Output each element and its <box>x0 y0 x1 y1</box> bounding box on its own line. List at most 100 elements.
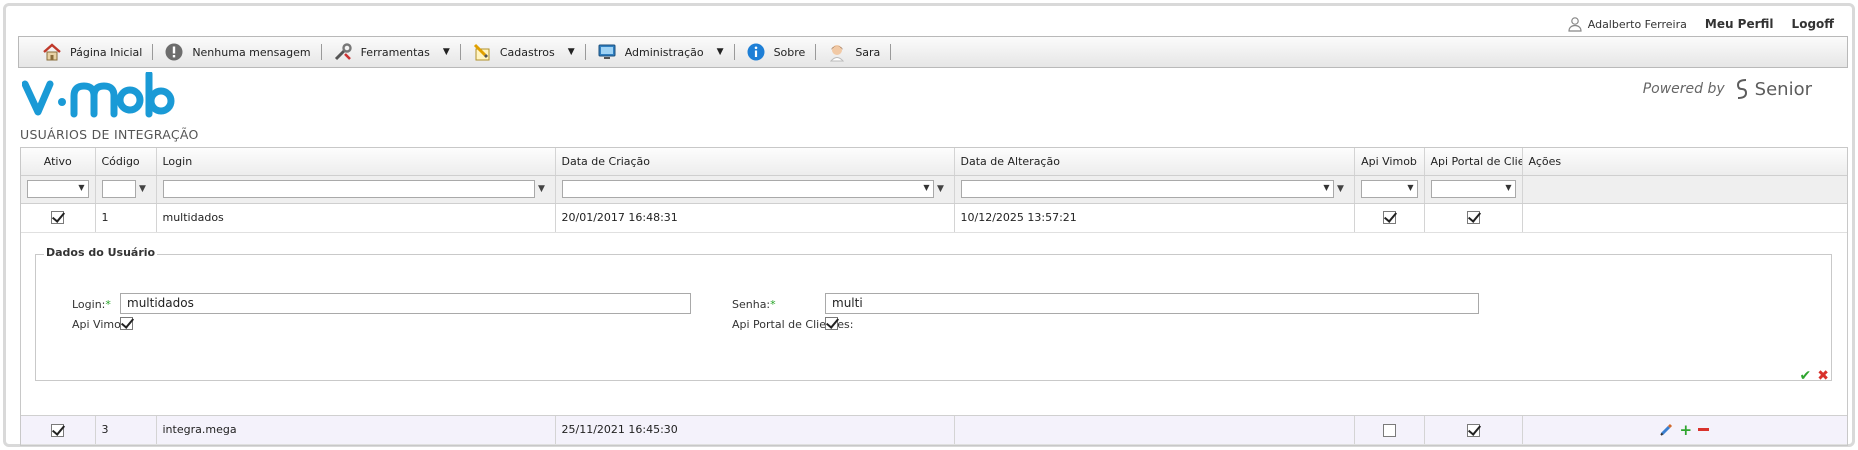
filter-icon[interactable]: ▼ <box>1334 184 1348 194</box>
menu-label: Página Inicial <box>70 45 143 59</box>
user-bar: Adalberto Ferreira Meu Perfil Logoff <box>1567 14 1834 34</box>
menu-label: Sara <box>855 45 881 59</box>
fieldset-legend: Dados do Usuário <box>44 245 158 259</box>
pencil-paper-icon <box>471 41 493 63</box>
detail-api-vimob-checkbox[interactable] <box>120 316 133 330</box>
menu-separator <box>320 44 322 60</box>
active-checkbox[interactable] <box>51 211 65 225</box>
chevron-down-icon: ▼ <box>716 47 724 57</box>
logoff-link[interactable]: Logoff <box>1792 17 1834 31</box>
cell-updated: 10/12/2025 13:57:21 <box>954 203 1355 233</box>
col-header-created[interactable]: Data de Criação <box>555 148 955 176</box>
remove-minus-icon[interactable] <box>1698 428 1710 432</box>
menu-separator <box>459 44 461 60</box>
filter-updated-select[interactable] <box>960 180 1334 198</box>
menu-item-registers[interactable]: Cadastros ▼ <box>463 41 583 63</box>
user-detail-panel: Dados do Usuário Login:* multidados Api … <box>21 233 1847 416</box>
grid-header: Ativo Código Login Data de Criação Data … <box>21 148 1847 176</box>
exclamation-icon <box>163 41 185 63</box>
col-header-code[interactable]: Código <box>95 148 157 176</box>
senior-mark-icon <box>1736 79 1747 99</box>
filter-code-input[interactable] <box>101 180 136 198</box>
filter-icon[interactable]: ▼ <box>136 184 150 194</box>
col-header-login[interactable]: Login <box>156 148 556 176</box>
chevron-down-icon: ▼ <box>567 47 575 57</box>
menu-separator <box>584 44 586 60</box>
filter-api-vimob-select[interactable] <box>1360 180 1418 198</box>
user-data-fieldset: Dados do Usuário Login:* multidados Api … <box>35 245 1832 381</box>
detail-actions: ✔ ✖ <box>1800 368 1829 384</box>
filter-row: ▼ ▼ ▼ ▼ <box>21 175 1847 204</box>
login-label: Login:* <box>72 297 111 311</box>
menu-item-tools[interactable]: Ferramentas ▼ <box>324 41 458 63</box>
cell-updated <box>954 415 1355 445</box>
col-header-active[interactable]: Ativo <box>21 148 96 176</box>
menu-item-home[interactable]: Página Inicial <box>33 41 150 63</box>
menu-label: Cadastros <box>499 45 555 59</box>
senior-logo: Senior <box>1735 78 1812 100</box>
integration-users-grid: Ativo Código Login Data de Criação Data … <box>20 147 1848 446</box>
table-row[interactable]: 3 integra.mega 25/11/2021 16:45:30 + <box>21 415 1847 445</box>
active-checkbox[interactable] <box>51 423 65 437</box>
menu-label: Administração <box>624 45 704 59</box>
cell-created: 20/01/2017 16:48:31 <box>555 203 955 233</box>
table-row[interactable]: 1 multidados 20/01/2017 16:48:31 10/12/2… <box>21 203 1847 233</box>
detail-api-portal-checkbox[interactable] <box>825 316 838 330</box>
user-name: Adalberto Ferreira <box>1587 17 1687 31</box>
col-header-api-vimob[interactable]: Api Vimob <box>1354 148 1425 176</box>
menu-item-about[interactable]: Sobre <box>737 41 814 63</box>
powered-by-label: Powered by <box>1642 81 1725 97</box>
login-field[interactable]: multidados <box>120 292 691 314</box>
wrench-icon <box>332 41 354 63</box>
filter-icon[interactable]: ▼ <box>535 184 549 194</box>
cell-code: 3 <box>95 415 157 445</box>
vimob-logo <box>21 70 177 127</box>
filter-login-input[interactable] <box>162 180 535 198</box>
menu-label: Sobre <box>773 45 806 59</box>
api-portal-checkbox[interactable] <box>1466 211 1480 225</box>
api-vimob-checkbox[interactable] <box>1382 423 1396 437</box>
filter-created-select[interactable] <box>561 180 934 198</box>
api-vimob-checkbox[interactable] <box>1382 211 1396 225</box>
monitor-icon <box>596 41 618 63</box>
cancel-x-icon[interactable]: ✖ <box>1817 368 1829 384</box>
cell-created: 25/11/2021 16:45:30 <box>555 415 955 445</box>
filter-icon[interactable]: ▼ <box>934 184 948 194</box>
powered-by: Powered by Senior <box>1643 78 1812 100</box>
edit-pencil-icon[interactable] <box>1660 423 1673 436</box>
menu-item-sara[interactable]: Sara <box>818 41 888 63</box>
api-portal-checkbox[interactable] <box>1466 423 1480 437</box>
main-menu: Página Inicial Nenhuma mensagem Ferramen… <box>18 36 1848 68</box>
cell-login: integra.mega <box>156 415 556 445</box>
confirm-check-icon[interactable]: ✔ <box>1800 368 1812 384</box>
menu-label: Ferramentas <box>360 45 430 59</box>
password-field[interactable]: multi <box>825 292 1479 314</box>
menu-separator <box>152 44 154 60</box>
detail-row: Dados do Usuário Login:* multidados Api … <box>21 232 1847 416</box>
cell-login: multidados <box>156 203 556 233</box>
col-header-actions: Ações <box>1522 148 1847 176</box>
info-icon <box>745 41 767 63</box>
profile-link[interactable]: Meu Perfil <box>1705 17 1774 31</box>
menu-label: Nenhuma mensagem <box>192 45 311 59</box>
row-actions: + <box>1529 422 1842 437</box>
cell-code: 1 <box>95 203 157 233</box>
add-plus-icon[interactable]: + <box>1679 422 1692 437</box>
house-icon <box>41 41 63 63</box>
menu-separator <box>815 44 817 60</box>
menu-separator <box>733 44 735 60</box>
filter-api-portal-select[interactable] <box>1430 180 1516 198</box>
user-icon <box>1568 17 1582 32</box>
menu-item-admin[interactable]: Administração ▼ <box>588 41 732 63</box>
page-title: USUÁRIOS DE INTEGRAÇÃO <box>20 127 199 142</box>
menu-item-messages[interactable]: Nenhuma mensagem <box>155 41 318 63</box>
col-header-api-portal[interactable]: Api Portal de Clientes <box>1424 148 1523 176</box>
col-header-updated[interactable]: Data de Alteração <box>954 148 1355 176</box>
app-frame: Adalberto Ferreira Meu Perfil Logoff Pág… <box>3 3 1855 447</box>
menu-separator <box>890 44 892 60</box>
assistant-avatar-icon <box>826 41 848 63</box>
current-user: Adalberto Ferreira <box>1567 16 1687 32</box>
senior-name: Senior <box>1754 78 1812 100</box>
password-label: Senha:* <box>732 297 776 311</box>
filter-active-select[interactable] <box>27 180 89 198</box>
